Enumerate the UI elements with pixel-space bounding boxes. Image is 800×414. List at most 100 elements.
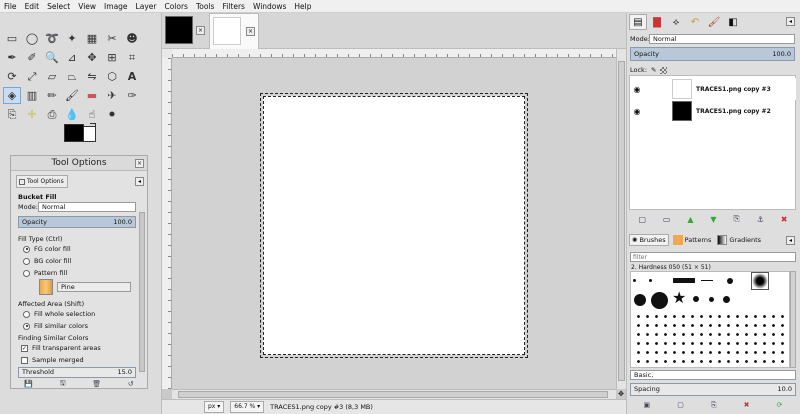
measure-icon[interactable]: ⊿	[63, 49, 81, 66]
eye-icon[interactable]: ◉	[630, 85, 644, 94]
perspective-clone-icon[interactable]: ⎙	[43, 106, 61, 123]
horizontal-scrollbar[interactable]	[172, 389, 616, 399]
pencil-icon[interactable]: ✏	[43, 87, 61, 104]
color-picker-icon[interactable]: ✐	[23, 49, 41, 66]
brush-item[interactable]	[634, 312, 784, 366]
foreground-select-icon[interactable]: ☻	[123, 30, 141, 47]
lower-layer-icon[interactable]: ▼	[710, 215, 716, 224]
layers-tab-icon[interactable]: ▤	[629, 14, 647, 30]
pattern-fill-radio[interactable]: Pattern fill	[23, 269, 67, 277]
align-icon[interactable]: ⊞	[103, 49, 121, 66]
image-thumbnail-1[interactable]	[165, 16, 193, 44]
brush-filter-input[interactable]	[630, 252, 796, 262]
anchor-layer-icon[interactable]: ⚓	[757, 215, 764, 224]
opacity-slider[interactable]: Opacity 100.0	[18, 216, 136, 228]
brush-item[interactable]	[701, 280, 713, 281]
fuzzy-select-icon[interactable]: ✦	[63, 30, 81, 47]
brush-item[interactable]: ★	[672, 290, 686, 306]
paths-icon[interactable]: ✒	[3, 49, 21, 66]
new-layer-icon[interactable]: ▢	[638, 215, 646, 224]
lock-alpha-icon[interactable]	[660, 66, 668, 74]
rect-select-icon[interactable]: ▭	[3, 30, 21, 47]
clone-icon[interactable]: ⎘	[3, 106, 21, 123]
brush-grid[interactable]: ★	[630, 271, 790, 368]
brush-item[interactable]	[723, 296, 730, 303]
new-brush-icon[interactable]: ▢	[677, 401, 684, 409]
close-icon[interactable]: ×	[246, 27, 255, 36]
undo-history-tab-icon[interactable]: ↶	[686, 14, 704, 30]
refresh-brushes-icon[interactable]: ⟳	[777, 401, 783, 409]
scissors-select-icon[interactable]: ✂	[103, 30, 121, 47]
bg-fill-radio[interactable]: BG color fill	[23, 257, 71, 265]
brush-item[interactable]	[693, 296, 699, 302]
save-options-icon[interactable]: 💾	[24, 380, 33, 388]
menu-filters[interactable]: Filters	[218, 0, 248, 13]
brushes-tab[interactable]: ✺ Brushes	[629, 234, 669, 246]
flip-icon[interactable]: ⇋	[83, 68, 101, 85]
rotate-icon[interactable]: ⟳	[3, 68, 21, 85]
brush-item[interactable]	[709, 297, 714, 302]
close-icon[interactable]: ×	[135, 159, 144, 168]
color-tab-icon[interactable]: ◧	[724, 14, 742, 30]
brush-as-image-icon[interactable]: ▣	[644, 401, 651, 409]
blend-icon[interactable]: ▥	[23, 87, 41, 104]
scroll-thumb[interactable]	[618, 61, 625, 381]
blur-icon[interactable]: 💧	[63, 106, 81, 123]
duplicate-brush-icon[interactable]: ⎘	[711, 401, 717, 410]
lock-pixels-icon[interactable]: ✎	[651, 66, 656, 74]
dodge-icon[interactable]: ⚫	[103, 106, 121, 123]
channels-tab-icon[interactable]: ▇	[648, 14, 666, 30]
restore-options-icon[interactable]: 🖫	[60, 379, 66, 390]
crop-icon[interactable]: ⌗	[123, 49, 141, 66]
fill-similar-colors-radio[interactable]: Fill similar colors	[23, 322, 88, 330]
perspective-icon[interactable]: ⏢	[63, 68, 81, 85]
close-icon[interactable]: ×	[196, 26, 205, 35]
bucket-fill-icon[interactable]: ◈	[3, 87, 21, 104]
paintbrush-icon[interactable]: 🖌	[63, 87, 81, 104]
free-select-icon[interactable]: ➰	[43, 30, 61, 47]
dock-menu-icon[interactable]: ◂	[786, 17, 795, 26]
layers-opacity-slider[interactable]: Opacity 100.0	[630, 47, 795, 61]
layers-mode-select[interactable]: Normal	[649, 34, 795, 44]
layer-row[interactable]: ◉ TRACES1.png copy #2	[630, 100, 796, 122]
canvas-viewport[interactable]	[172, 58, 616, 389]
tool-options-tab[interactable]: Tool Options	[16, 175, 68, 188]
delete-layer-icon[interactable]: ✖	[781, 215, 788, 224]
cage-icon[interactable]: ⬡	[103, 68, 121, 85]
brush-item[interactable]	[727, 278, 733, 284]
layer-row[interactable]: ◉ TRACES1.png copy #3	[630, 78, 796, 100]
menu-view[interactable]: View	[74, 0, 100, 13]
pattern-preview[interactable]	[39, 279, 53, 295]
horizontal-ruler[interactable]	[172, 49, 616, 58]
delete-brush-icon[interactable]: ✖	[744, 401, 750, 409]
scale-icon[interactable]: ⤢	[23, 68, 41, 85]
zoom-icon[interactable]: 🔍	[43, 49, 61, 66]
airbrush-icon[interactable]: ✈	[103, 87, 121, 104]
brush-item[interactable]	[673, 278, 695, 283]
vertical-ruler[interactable]	[162, 58, 172, 389]
reset-options-icon[interactable]: ↺	[128, 380, 134, 388]
brush-grid-scrollbar[interactable]	[790, 271, 796, 368]
menu-file[interactable]: File	[0, 0, 21, 13]
menu-select[interactable]: Select	[43, 0, 74, 13]
menu-layer[interactable]: Layer	[132, 0, 161, 13]
heal-icon[interactable]: ✚	[23, 106, 41, 123]
by-color-select-icon[interactable]: ▦	[83, 30, 101, 47]
raise-layer-icon[interactable]: ▲	[687, 215, 693, 224]
brush-item[interactable]	[649, 279, 652, 282]
shear-icon[interactable]: ▱	[43, 68, 61, 85]
menu-help[interactable]: Help	[290, 0, 315, 13]
smudge-icon[interactable]: ☝	[83, 106, 101, 123]
gradients-tab[interactable]: Gradients	[715, 234, 763, 246]
move-icon[interactable]: ✥	[83, 49, 101, 66]
options-scrollbar[interactable]	[139, 212, 145, 372]
menu-windows[interactable]: Windows	[249, 0, 290, 13]
tab-menu-icon[interactable]: ◂	[135, 177, 144, 186]
brush-spacing-slider[interactable]: Spacing 10.0	[630, 383, 796, 396]
menu-image[interactable]: Image	[100, 0, 132, 13]
ink-icon[interactable]: ✑	[123, 87, 141, 104]
sample-merged-checkbox[interactable]: Sample merged	[21, 356, 84, 364]
brushes-menu-icon[interactable]: ◂	[786, 236, 795, 245]
eraser-icon[interactable]: ▬	[83, 87, 101, 104]
menu-tools[interactable]: Tools	[192, 0, 218, 13]
